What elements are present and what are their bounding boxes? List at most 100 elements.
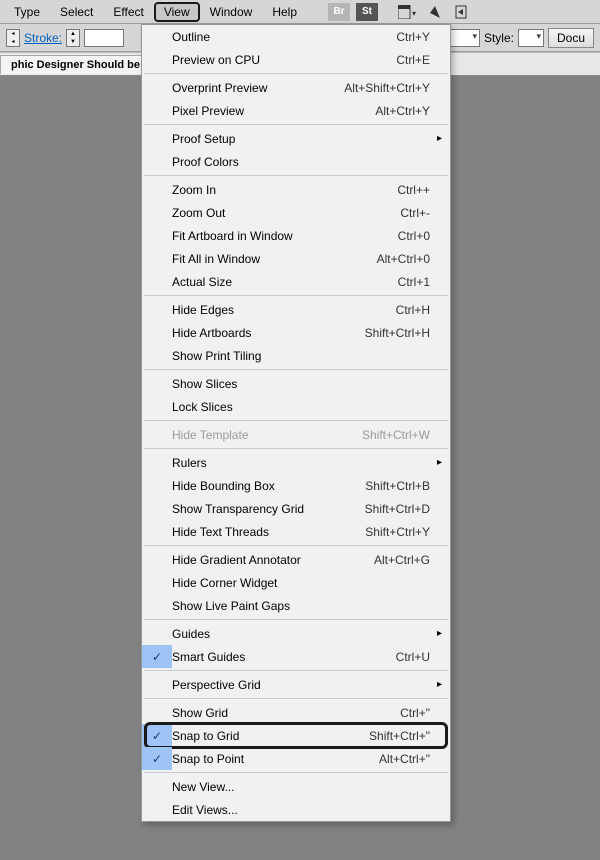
- menu-effect[interactable]: Effect: [103, 2, 153, 22]
- menu-item-shortcut: Shift+Ctrl+H: [365, 326, 430, 340]
- menu-type[interactable]: Type: [4, 2, 50, 22]
- menu-separator: [144, 295, 448, 296]
- checkmark-icon: [142, 48, 172, 71]
- menu-help[interactable]: Help: [262, 2, 307, 22]
- menu-item-new-view[interactable]: New View...: [142, 775, 450, 798]
- menu-item-hide-edges[interactable]: Hide EdgesCtrl+H: [142, 298, 450, 321]
- stroke-caret-left[interactable]: ◂◂: [6, 29, 20, 47]
- menu-item-label: Hide Text Threads: [172, 525, 365, 539]
- menu-item-proof-setup[interactable]: Proof Setup: [142, 127, 450, 150]
- style-label: Style:: [484, 31, 514, 45]
- menu-view[interactable]: View: [154, 2, 200, 22]
- menu-item-label: Hide Gradient Annotator: [172, 553, 374, 567]
- arrange-docs-icon[interactable]: ▾: [396, 3, 418, 21]
- bridge-icon[interactable]: Br: [328, 3, 350, 21]
- menu-item-hide-text-threads[interactable]: Hide Text ThreadsShift+Ctrl+Y: [142, 520, 450, 543]
- checkmark-icon: [142, 270, 172, 293]
- menu-separator: [144, 73, 448, 74]
- menu-item-smart-guides[interactable]: ✓Smart GuidesCtrl+U: [142, 645, 450, 668]
- menu-item-rulers[interactable]: Rulers: [142, 451, 450, 474]
- menu-item-show-print-tiling[interactable]: Show Print Tiling: [142, 344, 450, 367]
- menu-item-zoom-out[interactable]: Zoom OutCtrl+-: [142, 201, 450, 224]
- menu-item-hide-bounding-box[interactable]: Hide Bounding BoxShift+Ctrl+B: [142, 474, 450, 497]
- menu-separator: [144, 772, 448, 773]
- menu-item-hide-artboards[interactable]: Hide ArtboardsShift+Ctrl+H: [142, 321, 450, 344]
- checkmark-icon: [142, 520, 172, 543]
- search-icon[interactable]: [452, 3, 474, 21]
- menu-separator: [144, 698, 448, 699]
- menu-item-outline[interactable]: OutlineCtrl+Y: [142, 25, 450, 48]
- menu-item-label: Fit Artboard in Window: [172, 229, 398, 243]
- checkmark-icon: [142, 247, 172, 270]
- menu-item-perspective-grid[interactable]: Perspective Grid: [142, 673, 450, 696]
- style-dropdown[interactable]: [518, 29, 544, 47]
- menu-item-lock-slices[interactable]: Lock Slices: [142, 395, 450, 418]
- menu-item-zoom-in[interactable]: Zoom InCtrl++: [142, 178, 450, 201]
- menu-item-fit-all-in-window[interactable]: Fit All in WindowAlt+Ctrl+0: [142, 247, 450, 270]
- menu-item-overprint-preview[interactable]: Overprint PreviewAlt+Shift+Ctrl+Y: [142, 76, 450, 99]
- stroke-label[interactable]: Stroke:: [24, 31, 62, 45]
- menu-item-shortcut: Alt+Ctrl+0: [377, 252, 430, 266]
- menu-item-label: Show Grid: [172, 706, 400, 720]
- menu-item-show-slices[interactable]: Show Slices: [142, 372, 450, 395]
- menu-item-pixel-preview[interactable]: Pixel PreviewAlt+Ctrl+Y: [142, 99, 450, 122]
- menu-item-label: Perspective Grid: [172, 678, 430, 692]
- menu-item-label: Preview on CPU: [172, 53, 396, 67]
- menu-separator: [144, 545, 448, 546]
- menu-item-shortcut: Alt+Shift+Ctrl+Y: [344, 81, 430, 95]
- menu-item-snap-to-point[interactable]: ✓Snap to PointAlt+Ctrl+": [142, 747, 450, 770]
- menu-item-show-live-paint-gaps[interactable]: Show Live Paint Gaps: [142, 594, 450, 617]
- checkmark-icon: ✓: [142, 645, 172, 668]
- menu-item-show-transparency-grid[interactable]: Show Transparency GridShift+Ctrl+D: [142, 497, 450, 520]
- checkmark-icon: [142, 298, 172, 321]
- menu-item-show-grid[interactable]: Show GridCtrl+": [142, 701, 450, 724]
- menu-item-label: New View...: [172, 780, 430, 794]
- document-setup-button[interactable]: Docu: [548, 28, 594, 48]
- stroke-weight-field[interactable]: [84, 29, 124, 47]
- menu-item-label: Zoom Out: [172, 206, 400, 220]
- checkmark-icon: [142, 127, 172, 150]
- menu-window[interactable]: Window: [200, 2, 263, 22]
- stroke-stepper[interactable]: ▲▼: [66, 29, 80, 47]
- menu-item-label: Zoom In: [172, 183, 397, 197]
- menu-item-shortcut: Alt+Ctrl+G: [374, 553, 430, 567]
- checkmark-icon: [142, 76, 172, 99]
- menu-item-fit-artboard-in-window[interactable]: Fit Artboard in WindowCtrl+0: [142, 224, 450, 247]
- menu-item-shortcut: Alt+Ctrl+": [379, 752, 430, 766]
- menu-item-actual-size[interactable]: Actual SizeCtrl+1: [142, 270, 450, 293]
- checkmark-icon: [142, 622, 172, 645]
- menu-select[interactable]: Select: [50, 2, 103, 22]
- checkmark-icon: [142, 594, 172, 617]
- stock-icon[interactable]: St: [356, 3, 378, 21]
- menu-item-label: Smart Guides: [172, 650, 396, 664]
- menu-item-shortcut: Shift+Ctrl+D: [365, 502, 430, 516]
- menu-item-label: Show Transparency Grid: [172, 502, 365, 516]
- gpu-icon[interactable]: [424, 3, 446, 21]
- checkmark-icon: [142, 423, 172, 446]
- menu-item-preview-on-cpu[interactable]: Preview on CPUCtrl+E: [142, 48, 450, 71]
- checkmark-icon: [142, 571, 172, 594]
- checkmark-icon: [142, 99, 172, 122]
- menu-item-shortcut: Ctrl++: [397, 183, 430, 197]
- menu-item-label: Snap to Grid: [172, 729, 369, 743]
- menu-item-shortcut: Shift+Ctrl+": [369, 729, 430, 743]
- checkmark-icon: [142, 474, 172, 497]
- menu-item-shortcut: Shift+Ctrl+Y: [365, 525, 430, 539]
- menu-item-guides[interactable]: Guides: [142, 622, 450, 645]
- menu-item-hide-corner-widget[interactable]: Hide Corner Widget: [142, 571, 450, 594]
- menu-item-label: Proof Colors: [172, 155, 430, 169]
- menu-item-label: Rulers: [172, 456, 430, 470]
- menu-item-label: Show Print Tiling: [172, 349, 430, 363]
- checkmark-icon: [142, 344, 172, 367]
- menu-item-label: Outline: [172, 30, 396, 44]
- checkmark-icon: [142, 451, 172, 474]
- menu-item-proof-colors[interactable]: Proof Colors: [142, 150, 450, 173]
- menu-item-shortcut: Ctrl+H: [396, 303, 430, 317]
- menu-item-shortcut: Ctrl+-: [400, 206, 430, 220]
- menu-item-snap-to-grid[interactable]: ✓Snap to GridShift+Ctrl+": [142, 724, 450, 747]
- checkmark-icon: ✓: [142, 747, 172, 770]
- menu-item-hide-gradient-annotator[interactable]: Hide Gradient AnnotatorAlt+Ctrl+G: [142, 548, 450, 571]
- menu-separator: [144, 369, 448, 370]
- menu-item-edit-views[interactable]: Edit Views...: [142, 798, 450, 821]
- menu-separator: [144, 420, 448, 421]
